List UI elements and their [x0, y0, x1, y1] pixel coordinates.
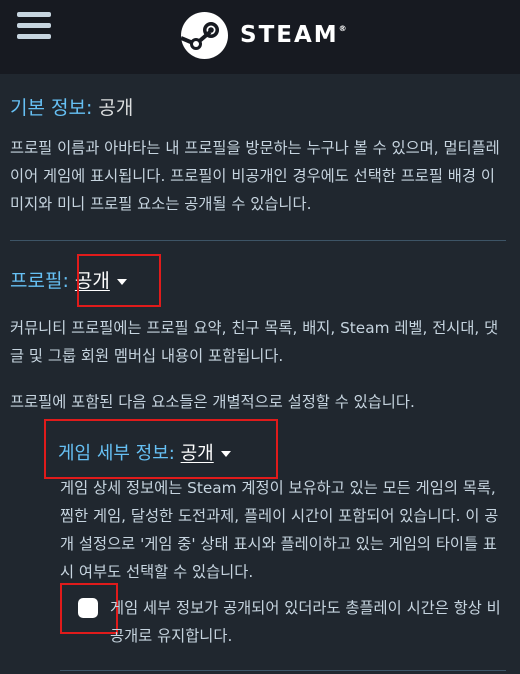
basic-info-description: 프로필 이름과 아바타는 내 프로필을 방문하는 누구나 볼 수 있으며, 멀티…: [10, 139, 500, 213]
top-bar: STEAM®: [0, 0, 520, 74]
divider: [10, 240, 506, 241]
profile-description: 커뮤니티 프로필에는 프로필 요약, 친구 목록, 배지, Steam 레벨, …: [10, 319, 499, 365]
highlight-box: [44, 419, 278, 479]
highlight-box: [77, 254, 161, 307]
game-details-description: 게임 상세 정보에는 Steam 계정이 보유하고 있는 모든 게임의 목록, …: [60, 479, 499, 581]
steam-logo-icon: [181, 11, 228, 59]
steam-logo-text: STEAM®: [240, 22, 347, 48]
profile-note: 프로필에 포함된 다음 요소들은 개별적으로 설정할 수 있습니다.: [10, 393, 415, 411]
hamburger-menu-icon[interactable]: [17, 12, 51, 42]
playtime-private-label[interactable]: 게임 세부 정보가 공개되어 있더라도 총플레이 시간은 항상 비공개로 유지합…: [110, 594, 508, 650]
basic-info-value: 공개: [98, 97, 134, 119]
divider: [60, 670, 506, 671]
basic-info-title: 기본 정보: 공개: [10, 97, 134, 119]
steam-logo[interactable]: STEAM®: [181, 11, 347, 59]
